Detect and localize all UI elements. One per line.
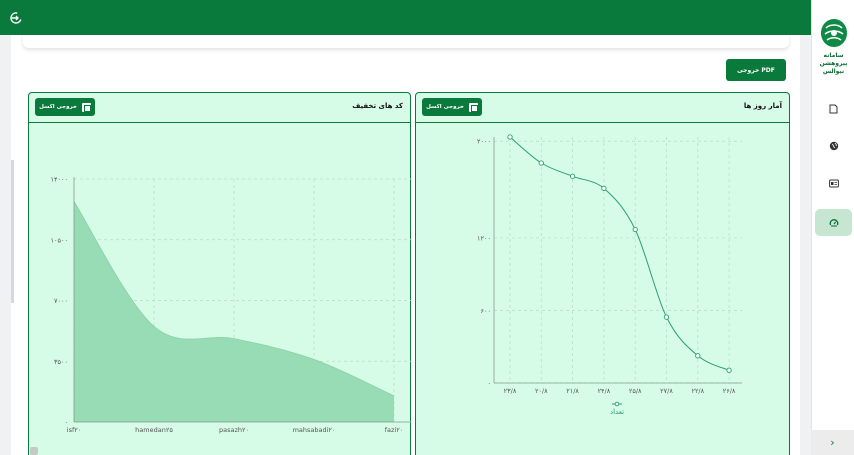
sidebar-item-globe[interactable] [815, 132, 852, 159]
export-excel-label: خروجی اکسل [426, 104, 464, 110]
x-tick-label: mahsabadi۲۰ [293, 426, 336, 434]
line-series [509, 136, 730, 371]
x-tick-label: ۲۴/۸ [598, 387, 611, 395]
x-tick-label: ۲۱/۸ [566, 387, 579, 395]
data-point [569, 173, 576, 179]
excel-icon [468, 102, 478, 112]
sidebar-expand-button[interactable]: › [811, 430, 854, 455]
y-tick-label: ۱۴۰۰۰ [51, 176, 68, 184]
data-point [632, 226, 638, 233]
export-excel-button[interactable]: خروجی اکسل [422, 98, 482, 116]
y-tick-label: ۷۰۰۰ [54, 297, 68, 305]
data-point [726, 367, 732, 373]
export-excel-label: خروجی اکسل [39, 104, 77, 110]
export-pdf-button[interactable]: خروجی PDF [726, 59, 786, 81]
x-tick-label: ۲۶/۸ [723, 387, 736, 395]
dashboard-icon [829, 218, 838, 226]
sidebar: سامانه پیروهشن نیوالس › [811, 0, 854, 455]
x-tick-label: ۲۳/۸ [504, 387, 517, 395]
left-scroll-strip [11, 160, 14, 303]
logo [821, 19, 847, 47]
logout-icon[interactable] [9, 11, 23, 25]
discount-area-chart: ۰۳۵۰۰۷۰۰۰۱۰۵۰۰۱۴۰۰۰isf۲۰ hamedan۲۵ pasazh۲… [51, 176, 411, 434]
globe-icon [829, 141, 838, 150]
panel-header: آمار روز ها خروجی اکسل [416, 93, 789, 123]
x-tick-label: pasazh۲۰ [219, 426, 249, 434]
daily-line-chart: ۰ ۶۰۰ ۱۲۰۰ ۲۰۰۰ ۲۳/۸ ۲۰/۸ ۲۱/۸ ۲۴/۸ ۲۵/۸ ۲۷/۸ ۲۲/۸… [477, 134, 742, 416]
summary-card [23, 35, 789, 48]
y-tick-label: ۲۰۰۰ [477, 138, 491, 146]
discount-codes-panel: کد های تخفیف خروجی اکسل ۰ ۳۵۰۰ ۷۰۰۰ ۱۰۵۰۰ ۱۴… [28, 92, 411, 455]
horizontal-scroll-handle[interactable] [30, 447, 38, 455]
x-tick-label: hamedan۲۵ [135, 426, 173, 434]
sidebar-item-dashboard[interactable] [815, 209, 852, 236]
legend-label: تعداد [610, 408, 624, 416]
x-tick-label: fazi۲۰ [385, 426, 403, 434]
legend-marker [614, 401, 620, 407]
id-card-icon [828, 179, 839, 188]
x-tick-label: ۲۵/۸ [629, 387, 642, 395]
y-tick-label: ۶۰۰ [481, 307, 491, 315]
y-tick-label: ۰ [488, 380, 492, 388]
panel-title: کد های تخفیف [352, 102, 403, 110]
export-excel-button[interactable]: خروجی اکسل [35, 98, 95, 116]
document-icon [829, 104, 838, 113]
data-point [507, 134, 513, 140]
data-point [601, 185, 607, 192]
panel-title: آمار روز ها [743, 102, 782, 110]
y-tick-label: ۱۰۵۰۰ [51, 236, 68, 244]
top-bar [0, 0, 811, 35]
excel-icon [81, 102, 91, 112]
data-point [663, 314, 670, 320]
sidebar-item-card[interactable] [815, 170, 852, 197]
panel-header: کد های تخفیف خروجی اکسل [29, 93, 410, 123]
x-tick-label: ۲۰/۸ [535, 387, 548, 395]
brand-name: سامانه پیروهشن نیوالس [819, 52, 848, 75]
daily-stats-panel: آمار روز ها خروجی اکسل ۰ ۶۰۰ ۱۲۰۰ ۲۰۰۰ ۲۳/۸ ۲… [415, 92, 790, 455]
x-tick-label: isf۲۰ [67, 426, 81, 434]
y-tick-label: ۱۲۰۰ [477, 234, 491, 242]
x-tick-label: ۲۲/۸ [691, 387, 704, 395]
data-point [695, 353, 701, 359]
data-point [538, 160, 544, 166]
sidebar-item-documents[interactable] [815, 95, 852, 122]
x-tick-label: ۲۷/۸ [660, 387, 673, 395]
y-tick-label: ۳۵۰۰ [54, 358, 68, 366]
